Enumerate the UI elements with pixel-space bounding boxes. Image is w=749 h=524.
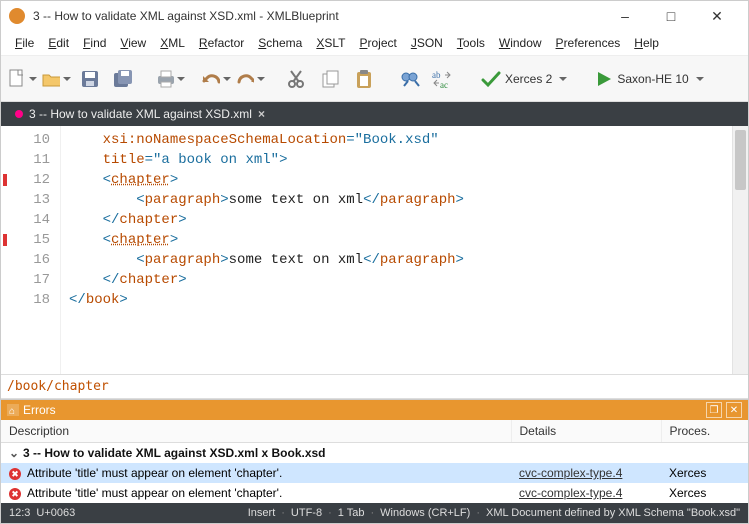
line-number: 17 — [1, 270, 50, 290]
save-all-button[interactable] — [109, 62, 139, 96]
status-line-col[interactable]: 12:3 — [9, 507, 30, 519]
menu-xslt[interactable]: XSLT — [310, 33, 351, 53]
undo-button[interactable] — [201, 62, 231, 96]
status-doctype: XML Document defined by XML Schema "Book… — [486, 507, 740, 519]
error-marker-icon[interactable] — [3, 174, 7, 186]
code-line[interactable]: <paragraph>some text on xml</paragraph> — [69, 190, 740, 210]
svg-text:ac: ac — [440, 80, 448, 89]
line-number: 12 — [1, 170, 50, 190]
panel-close-button[interactable]: ✕ — [726, 402, 742, 418]
status-insert-mode[interactable]: Insert — [248, 507, 276, 519]
menu-schema[interactable]: Schema — [252, 33, 308, 53]
statusbar: 12:3 U+0063 Insert· UTF-8· 1 Tab· Window… — [1, 503, 748, 523]
error-detail-link[interactable]: cvc-complex-type.4 — [519, 486, 622, 500]
scrollbar-thumb[interactable] — [735, 130, 746, 190]
code-line[interactable]: <chapter> — [69, 170, 740, 190]
error-icon: ✖ — [9, 488, 21, 500]
code-line[interactable]: </chapter> — [69, 270, 740, 290]
svg-text:ab: ab — [432, 70, 441, 80]
open-file-button[interactable] — [41, 62, 71, 96]
run-label: Saxon-HE 10 — [617, 72, 688, 86]
replace-button[interactable]: abac — [429, 62, 459, 96]
modified-dot-icon — [15, 110, 23, 118]
run-button[interactable]: Saxon-HE 10 — [589, 70, 709, 88]
paste-button[interactable] — [349, 62, 379, 96]
find-button[interactable] — [395, 62, 425, 96]
expand-icon[interactable]: ⌄ — [9, 446, 19, 460]
vertical-scrollbar[interactable] — [732, 126, 748, 374]
tab-label: 3 -- How to validate XML against XSD.xml — [29, 107, 252, 121]
line-number: 11 — [1, 150, 50, 170]
menu-edit[interactable]: Edit — [42, 33, 75, 53]
line-number: 16 — [1, 250, 50, 270]
window-title: 3 -- How to validate XML against XSD.xml… — [33, 9, 602, 23]
xpath-breadcrumb[interactable]: /book/chapter — [1, 374, 748, 399]
error-row[interactable]: ✖Attribute 'title' must appear on elemen… — [1, 463, 748, 483]
errors-table: Description Details Proces. ⌄3 -- How to… — [1, 420, 748, 503]
menu-help[interactable]: Help — [628, 33, 665, 53]
errors-panel: ⌂ Errors ❐ ✕ Description Details Proces.… — [1, 399, 748, 503]
code-line[interactable]: </book> — [69, 290, 740, 310]
error-marker-icon[interactable] — [3, 234, 7, 246]
menu-refactor[interactable]: Refactor — [193, 33, 250, 53]
line-number: 13 — [1, 190, 50, 210]
col-description[interactable]: Description — [1, 420, 511, 443]
status-eol[interactable]: Windows (CR+LF) — [380, 507, 470, 519]
code-line[interactable]: <paragraph>some text on xml</paragraph> — [69, 250, 740, 270]
menu-view[interactable]: View — [114, 33, 152, 53]
line-number: 10 — [1, 130, 50, 150]
menu-xml[interactable]: XML — [154, 33, 191, 53]
code-line[interactable]: </chapter> — [69, 210, 740, 230]
col-processor[interactable]: Proces. — [661, 420, 748, 443]
maximize-button[interactable]: □ — [648, 1, 694, 31]
panel-restore-button[interactable]: ❐ — [706, 402, 722, 418]
validate-button[interactable]: Xerces 2 — [475, 70, 573, 88]
line-gutter: 101112131415161718 — [1, 126, 61, 374]
code-line[interactable]: xsi:noNamespaceSchemaLocation="Book.xsd" — [69, 130, 740, 150]
titlebar: 3 -- How to validate XML against XSD.xml… — [1, 1, 748, 31]
app-icon — [9, 8, 25, 24]
svg-text:⌂: ⌂ — [9, 406, 15, 416]
redo-button[interactable] — [235, 62, 265, 96]
menu-tools[interactable]: Tools — [451, 33, 491, 53]
line-number: 18 — [1, 290, 50, 310]
menu-window[interactable]: Window — [493, 33, 548, 53]
error-icon: ✖ — [9, 468, 21, 480]
col-details[interactable]: Details — [511, 420, 661, 443]
print-button[interactable] — [155, 62, 185, 96]
status-codepoint: U+0063 — [36, 507, 75, 519]
line-number: 15 — [1, 230, 50, 250]
error-row[interactable]: ✖Attribute 'title' must appear on elemen… — [1, 483, 748, 503]
menubar: FileEditFindViewXMLRefactorSchemaXSLTPro… — [1, 31, 748, 56]
error-detail-link[interactable]: cvc-complex-type.4 — [519, 466, 622, 480]
errors-panel-title: Errors — [23, 403, 56, 417]
minimize-button[interactable]: – — [602, 1, 648, 31]
menu-json[interactable]: JSON — [405, 33, 449, 53]
error-group-row[interactable]: ⌄3 -- How to validate XML against XSD.xm… — [1, 443, 748, 464]
code-line[interactable]: <chapter> — [69, 230, 740, 250]
toolbar: abac Xerces 2 Saxon-HE 10 — [1, 56, 748, 102]
copy-button[interactable] — [315, 62, 345, 96]
cut-button[interactable] — [281, 62, 311, 96]
new-file-button[interactable] — [7, 62, 37, 96]
close-button[interactable]: ✕ — [694, 1, 740, 31]
menu-find[interactable]: Find — [77, 33, 112, 53]
save-button[interactable] — [75, 62, 105, 96]
code-line[interactable]: title="a book on xml"> — [69, 150, 740, 170]
line-number: 14 — [1, 210, 50, 230]
document-tabbar: 3 -- How to validate XML against XSD.xml… — [1, 102, 748, 126]
tab-close-button[interactable]: × — [258, 107, 265, 121]
document-tab[interactable]: 3 -- How to validate XML against XSD.xml… — [7, 104, 273, 124]
errors-panel-header[interactable]: ⌂ Errors ❐ ✕ — [1, 400, 748, 420]
menu-file[interactable]: File — [9, 33, 40, 53]
code-area[interactable]: xsi:noNamespaceSchemaLocation="Book.xsd"… — [61, 126, 748, 374]
status-tabs[interactable]: 1 Tab — [338, 507, 365, 519]
validator-label: Xerces 2 — [505, 72, 552, 86]
menu-project[interactable]: Project — [353, 33, 402, 53]
menu-preferences[interactable]: Preferences — [550, 33, 627, 53]
code-editor[interactable]: 101112131415161718 xsi:noNamespaceSchema… — [1, 126, 748, 374]
status-encoding[interactable]: UTF-8 — [291, 507, 322, 519]
errors-icon: ⌂ — [7, 404, 19, 416]
